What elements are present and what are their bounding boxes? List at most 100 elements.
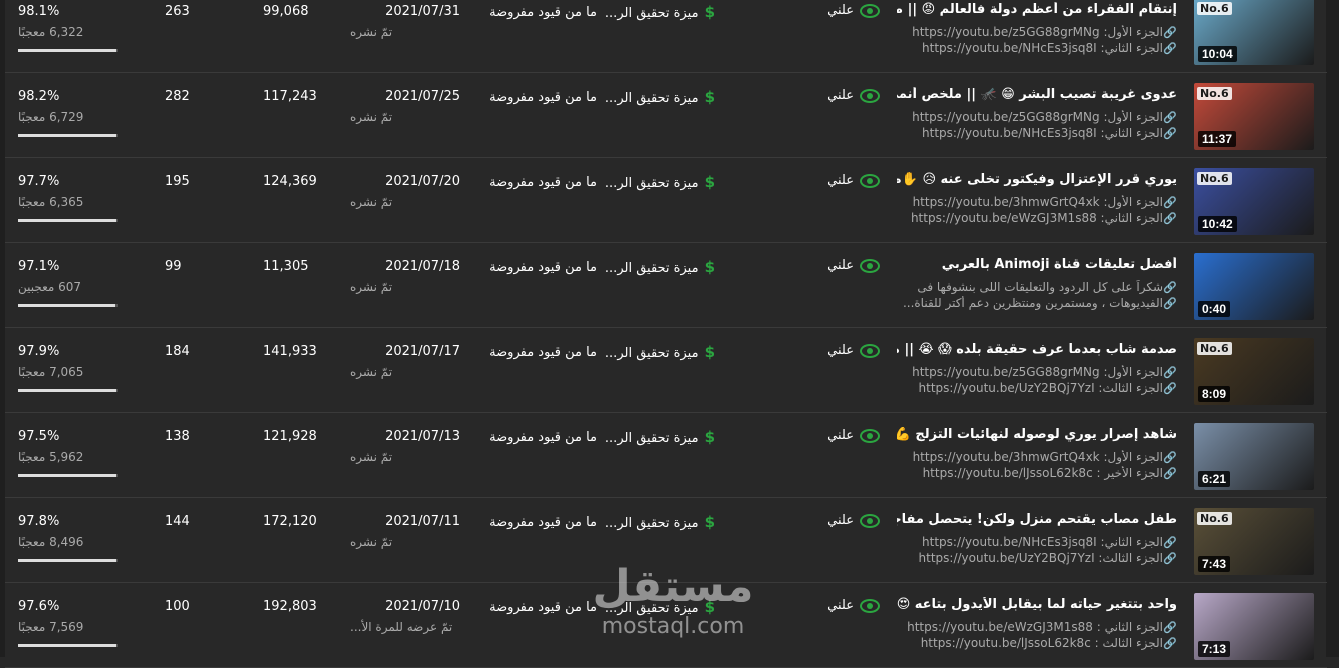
link-icon: 🔗: [1163, 111, 1177, 124]
video-thumbnail[interactable]: 0:40: [1194, 253, 1314, 320]
like-ratio-fill: [18, 49, 117, 52]
monetization-cell[interactable]: $ ميزة تحقيق الر...: [605, 428, 715, 446]
table-row[interactable]: No.6 7:43 طفل مصاب يقتحم منزل ولكن! يتحصل …: [5, 498, 1327, 583]
monetization-label: ميزة تحقيق الر...: [604, 176, 699, 191]
description-text: الجزء الأول: https://youtu.be/3hmwGrtQ4x…: [912, 450, 1163, 464]
video-title[interactable]: أفضل تعليقات قناة Animoji بالعربي: [897, 257, 1177, 272]
link-icon: 🔗: [1163, 297, 1177, 310]
like-ratio-bar: [18, 559, 118, 562]
publish-status: تمّ نشره: [350, 450, 393, 464]
monetization-cell[interactable]: $ ميزة تحقيق الر...: [605, 343, 715, 361]
table-row[interactable]: No.6 10:42 يوري قرر الإعتزال وفيكتور تخلى …: [5, 158, 1327, 243]
restrictions-cell: ما من قيود مفروضة: [489, 175, 597, 190]
video-title[interactable]: إنتقام الفقراء من أعظم دولة فالعالم 😡 ||…: [897, 2, 1177, 17]
visibility-cell[interactable]: علني: [820, 3, 880, 18]
video-thumbnail[interactable]: No.6 8:09: [1194, 338, 1314, 405]
like-count: 5,962 معجبًا: [18, 450, 84, 464]
description-text: الجزء الأخير : https://youtu.be/lJssoL62…: [922, 466, 1163, 480]
video-title[interactable]: طفل مصاب يقتحم منزل ولكن! يتحصل مفاجأة .…: [897, 512, 1177, 527]
visibility-cell[interactable]: علني: [820, 88, 880, 103]
video-thumbnail[interactable]: 6:21: [1194, 423, 1314, 490]
monetization-label: ميزة تحقيق الر...: [604, 91, 699, 106]
like-percentage: 97.8%: [18, 514, 60, 529]
monetization-label: ميزة تحقيق الر...: [604, 261, 699, 276]
video-duration: 6:21: [1198, 471, 1231, 487]
description-text: الجزء الثالث: https://youtu.be/UzY2BQj7Y…: [918, 381, 1163, 395]
eye-icon: [860, 3, 880, 18]
video-title[interactable]: عدوى غريبة تصيب البشر 😁 🦟 || ملخص أنمي .…: [897, 87, 1177, 102]
video-title[interactable]: شاهد إصرار يوري لوصوله لنهائيات التزلج 💪…: [897, 427, 1177, 442]
like-percentage: 98.1%: [18, 4, 60, 19]
like-count: 6,322 معجبًا: [18, 25, 84, 39]
video-description-line-2: 🔗الجزء الثالث : https://youtu.be/lJssoL6…: [897, 636, 1177, 650]
restrictions-cell: ما من قيود مفروضة: [489, 600, 597, 615]
description-text: الجزء الأول: https://youtu.be/z5GG88grMN…: [912, 110, 1163, 124]
link-icon: 🔗: [1163, 382, 1177, 395]
description-text: الجزء الثالث: https://youtu.be/UzY2BQj7Y…: [918, 551, 1163, 565]
video-thumbnail[interactable]: No.6 11:37: [1194, 83, 1314, 150]
video-thumbnail[interactable]: No.6 10:42: [1194, 168, 1314, 235]
publish-status: تمّ نشره: [350, 25, 393, 39]
eye-icon: [860, 343, 880, 358]
publish-date: 2021/07/18: [385, 259, 460, 274]
publish-date: 2021/07/13: [385, 429, 460, 444]
like-ratio-bar: [18, 134, 118, 137]
like-ratio-bar: [18, 474, 118, 477]
table-row[interactable]: 6:21 شاهد إصرار يوري لوصوله لنهائيات التز…: [5, 413, 1327, 498]
video-thumbnail[interactable]: No.6 7:43: [1194, 508, 1314, 575]
link-icon: 🔗: [1163, 26, 1177, 39]
like-percentage: 98.2%: [18, 89, 60, 104]
visibility-cell[interactable]: علني: [820, 173, 880, 188]
video-description-line-1: 🔗الجزء الأول: https://youtu.be/3hmwGrtQ4…: [897, 450, 1177, 464]
publish-status: تمّ نشره: [350, 280, 393, 294]
monetization-label: ميزة تحقيق الر...: [604, 601, 699, 616]
video-title[interactable]: صدمة شاب بعدما عرف حقيقة بلده 😱 😭 || ملخ…: [897, 342, 1177, 357]
video-description-line-1: 🔗شكراً على كل الردود والتعليقات اللى بنش…: [897, 280, 1177, 294]
table-row[interactable]: No.6 8:09 صدمة شاب بعدما عرف حقيقة بلده 😱 …: [5, 328, 1327, 413]
video-thumbnail[interactable]: No.6 10:04: [1194, 0, 1314, 65]
like-ratio-fill: [18, 559, 116, 562]
dollar-icon: $: [704, 513, 715, 531]
views-count: 172,120: [263, 514, 317, 529]
eye-icon: [860, 258, 880, 273]
monetization-cell[interactable]: $ ميزة تحقيق الر...: [605, 3, 715, 21]
monetization-label: ميزة تحقيق الر...: [604, 431, 699, 446]
video-title[interactable]: يوري قرر الإعتزال وفيكتور تخلى عنه 😥 ✋مل…: [897, 172, 1177, 187]
dollar-icon: $: [704, 88, 715, 106]
monetization-cell[interactable]: $ ميزة تحقيق الر...: [605, 173, 715, 191]
video-thumbnail[interactable]: 7:13: [1194, 593, 1314, 660]
table-row[interactable]: No.6 10:04 إنتقام الفقراء من أعظم دولة فال…: [5, 0, 1327, 73]
comments-count: 195: [165, 174, 190, 189]
visibility-label: علني: [827, 428, 854, 443]
table-row[interactable]: 7:13 واحد بتتغير حياته لما بيقابل الأيدول…: [5, 583, 1327, 668]
table-row[interactable]: 0:40 أفضل تعليقات قناة Animoji بالعربي 🔗شك…: [5, 243, 1327, 328]
views-count: 121,928: [263, 429, 317, 444]
scrollbar-track[interactable]: [1326, 0, 1339, 657]
visibility-label: علني: [827, 88, 854, 103]
like-count: 7,569 معجبًا: [18, 620, 84, 634]
video-title[interactable]: واحد بتتغير حياته لما بيقابل الأيدول بتا…: [897, 597, 1177, 612]
visibility-cell[interactable]: علني: [820, 428, 880, 443]
link-icon: 🔗: [1163, 621, 1177, 634]
video-description-line-2: 🔗الجزء الثالث: https://youtu.be/UzY2BQj7…: [897, 551, 1177, 565]
like-ratio-bar: [18, 304, 118, 307]
like-ratio-fill: [18, 474, 116, 477]
monetization-cell[interactable]: $ ميزة تحقيق الر...: [605, 258, 715, 276]
visibility-label: علني: [827, 598, 854, 613]
monetization-cell[interactable]: $ ميزة تحقيق الر...: [605, 88, 715, 106]
visibility-cell[interactable]: علني: [820, 343, 880, 358]
video-duration: 0:40: [1198, 301, 1231, 317]
video-description-line-2: 🔗الجزء الثالث: https://youtu.be/UzY2BQj7…: [897, 381, 1177, 395]
restrictions-cell: ما من قيود مفروضة: [489, 5, 597, 20]
table-row[interactable]: No.6 11:37 عدوى غريبة تصيب البشر 😁 🦟 || مل…: [5, 73, 1327, 158]
video-duration: 10:04: [1198, 46, 1237, 62]
visibility-cell[interactable]: علني: [820, 258, 880, 273]
visibility-cell[interactable]: علني: [820, 598, 880, 613]
link-icon: 🔗: [1163, 42, 1177, 55]
link-icon: 🔗: [1163, 637, 1177, 650]
monetization-cell[interactable]: $ ميزة تحقيق الر...: [605, 513, 715, 531]
publish-status: تمّ نشره: [350, 110, 393, 124]
monetization-cell[interactable]: $ ميزة تحقيق الر...: [605, 598, 715, 616]
visibility-cell[interactable]: علني: [820, 513, 880, 528]
publish-status: تمّ نشره: [350, 535, 393, 549]
